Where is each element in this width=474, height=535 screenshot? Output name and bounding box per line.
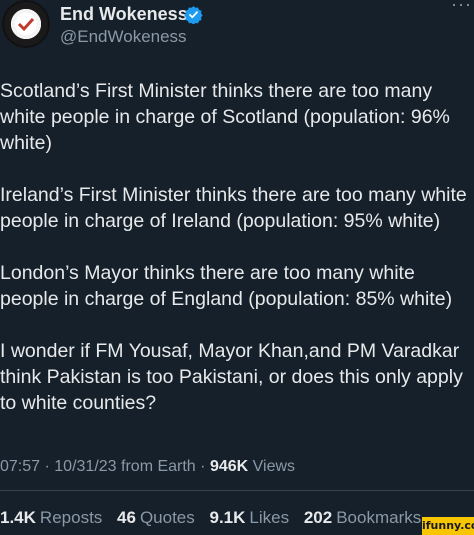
reposts-stat[interactable]: 1.4K Reposts: [0, 508, 102, 527]
reposts-count: 1.4K: [0, 508, 36, 527]
bookmarks-stat[interactable]: 202 Bookmarks: [304, 508, 421, 527]
ifunny-watermark: ifunny.co: [422, 517, 474, 535]
tweet-meta: 07:57 · 10/31/23 from Earth · 946K Views: [0, 458, 295, 476]
quotes-count: 46: [117, 508, 136, 527]
divider: [0, 490, 474, 491]
tweet-text: Scotland’s First Minister thinks there a…: [0, 78, 474, 442]
tweet-header: End Wokeness @EndWokeness ···: [0, 0, 474, 56]
tweet-card: End Wokeness @EndWokeness ··· Scotland’s…: [0, 0, 474, 535]
bookmarks-count: 202: [303, 508, 333, 527]
engagement-stats: 1.4K Reposts 46 Quotes 9.1K Likes 202 Bookma…: [0, 508, 431, 528]
tweet-paragraph: I wonder if FM Yousaf, Mayor Khan,and PM…: [0, 340, 463, 414]
bookmarks-label: Bookmarks: [336, 508, 422, 527]
views-count: 946K: [209, 458, 249, 475]
display-name[interactable]: End Wokeness: [60, 4, 188, 25]
quotes-label: Quotes: [139, 508, 195, 527]
views-label: Views: [252, 458, 296, 475]
avatar-badge-icon: [2, 0, 50, 48]
tweet-time[interactable]: 07:57: [0, 458, 40, 475]
tweet-paragraph: Scotland’s First Minister thinks there a…: [0, 80, 450, 154]
tweet-date[interactable]: 10/31/23: [54, 458, 116, 475]
more-options-icon[interactable]: ···: [451, 0, 472, 15]
tweet-paragraph: London’s Mayor thinks there are too many…: [0, 262, 453, 310]
likes-stat[interactable]: 9.1K Likes: [210, 508, 290, 527]
tweet-source: from Earth: [121, 458, 196, 475]
separator: ·: [44, 458, 50, 475]
reposts-label: Reposts: [39, 508, 103, 527]
verified-badge-icon: [184, 6, 203, 24]
tweet-paragraph: Ireland’s First Minister thinks there ar…: [0, 184, 467, 232]
likes-label: Likes: [249, 508, 290, 527]
handle[interactable]: @EndWokeness: [60, 27, 187, 47]
likes-count: 9.1K: [209, 508, 246, 527]
avatar[interactable]: [2, 0, 50, 48]
separator: ·: [200, 458, 206, 475]
quotes-stat[interactable]: 46 Quotes: [117, 508, 195, 527]
